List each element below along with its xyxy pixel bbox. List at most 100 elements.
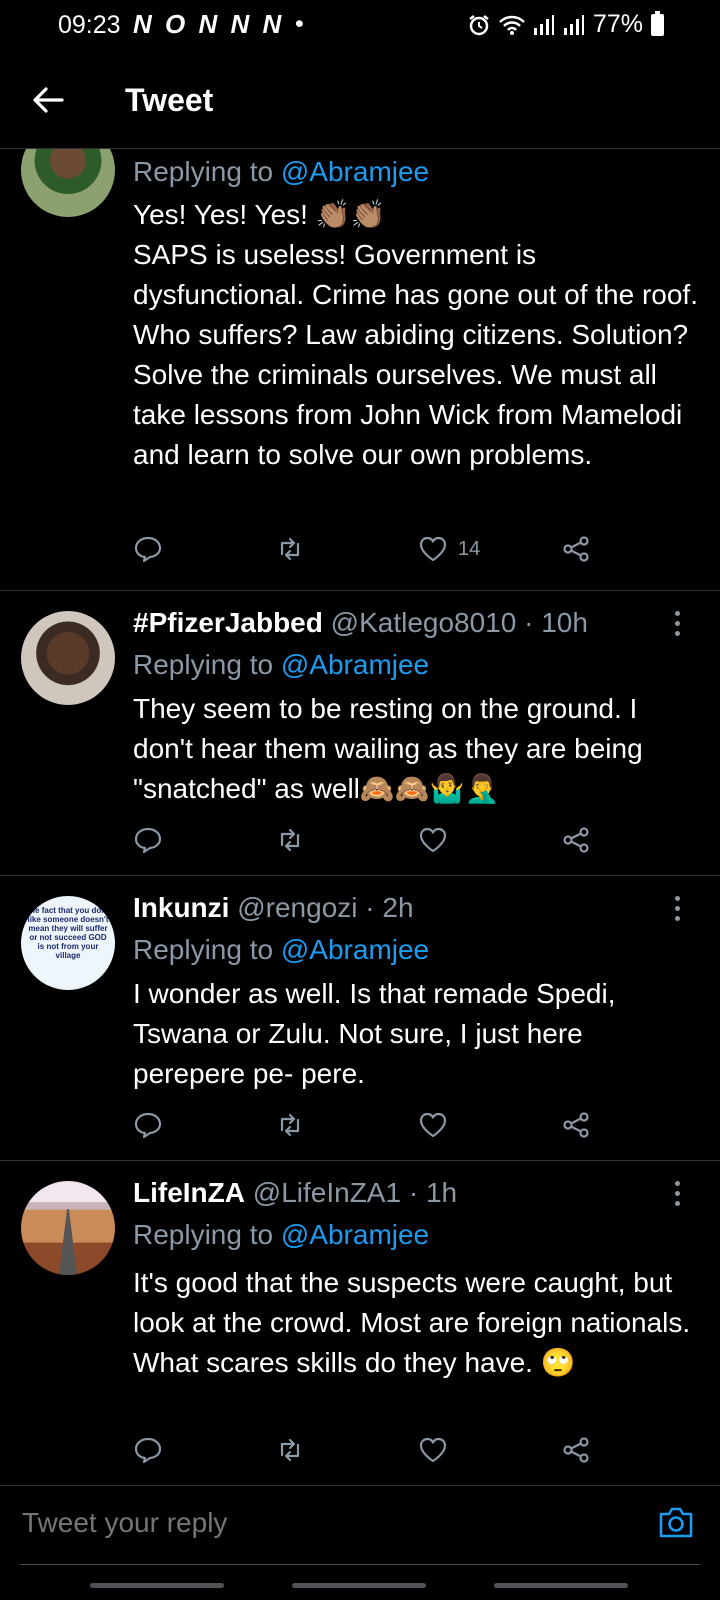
share-button[interactable]	[561, 1109, 591, 1141]
like-button[interactable]	[418, 1109, 448, 1141]
tweet-2[interactable]: #PfizerJabbed @Katlego8010 · 10h Replyin…	[0, 591, 720, 876]
retweet-button[interactable]	[275, 533, 305, 565]
tweet-time: · 1h	[408, 1177, 458, 1208]
more-options-icon[interactable]	[674, 1181, 682, 1209]
signal-icon-2	[563, 14, 584, 35]
tweet-time: · 2h	[365, 892, 414, 923]
avatar[interactable]	[21, 611, 115, 705]
composer-underline	[20, 1564, 700, 1565]
heart-icon	[419, 536, 447, 562]
retweet-icon	[280, 828, 300, 852]
nav-home-button[interactable]	[292, 1583, 426, 1588]
reply-input[interactable]	[20, 1500, 624, 1546]
share-icon	[563, 1437, 589, 1463]
retweet-icon	[280, 1438, 300, 1462]
reply-button[interactable]	[133, 533, 163, 565]
heart-icon	[419, 1437, 447, 1463]
camera-icon[interactable]	[657, 1504, 695, 1540]
mention-link[interactable]: @Abramjee	[281, 934, 429, 965]
retweet-button[interactable]	[275, 824, 305, 856]
tweet-text-line-2: SAPS is useless! Government is dysfuncti…	[133, 239, 698, 470]
display-name[interactable]: #PfizerJabbed	[133, 607, 323, 638]
replying-to-label: Replying to	[133, 934, 281, 965]
tweet-time: · 10h	[524, 607, 588, 638]
system-nav-bar	[0, 1566, 720, 1600]
status-bar: 09:23 N O N N N • 77%	[0, 0, 720, 52]
retweet-icon	[280, 537, 300, 561]
more-options-icon[interactable]	[674, 896, 682, 924]
mention-link[interactable]: @Abramjee	[281, 1219, 429, 1250]
tweet-3[interactable]: The fact that you don't like someone doe…	[0, 876, 720, 1161]
tweet-text: It's good that the suspects were caught,…	[133, 1267, 691, 1378]
heart-icon	[419, 1112, 447, 1138]
avatar-text: The fact that you don't like someone doe…	[25, 906, 111, 960]
comment-icon	[134, 827, 162, 854]
tweet-header: Inkunzi @rengozi · 2h	[133, 892, 414, 924]
like-button[interactable]	[418, 1434, 448, 1466]
user-handle: @Katlego8010	[330, 607, 517, 638]
tweet-actions: 14	[133, 533, 613, 565]
signal-icon	[533, 14, 554, 35]
tweet-text-line-1: Yes! Yes! Yes! 👏🏽👏🏽	[133, 199, 386, 230]
reply-feed: Replying to @Abramjee Yes! Yes! Yes! 👏🏽👏…	[0, 149, 720, 1485]
tweet-header: LifeInZA @LifeInZA1 · 1h	[133, 1177, 457, 1209]
share-icon	[563, 827, 589, 853]
arrow-left-icon[interactable]	[30, 82, 66, 118]
tweet-text: They seem to be resting on the ground. I…	[133, 693, 643, 804]
app-bar: Tweet	[0, 52, 720, 149]
retweet-button[interactable]	[275, 1434, 305, 1466]
avatar[interactable]	[21, 149, 115, 217]
share-button[interactable]	[561, 1434, 591, 1466]
comment-icon	[134, 536, 162, 563]
mention-link[interactable]: @Abramjee	[281, 649, 429, 680]
notification-dot: •	[295, 10, 304, 38]
page-title: Tweet	[125, 82, 214, 118]
tweet-actions	[133, 1109, 613, 1141]
alarm-icon	[469, 14, 489, 35]
like-button[interactable]	[418, 824, 448, 856]
nav-recent-button[interactable]	[90, 1583, 224, 1588]
battery-percent: 77%	[592, 10, 643, 38]
replying-to-label: Replying to	[133, 649, 281, 680]
reply-button[interactable]	[133, 1109, 163, 1141]
reply-composer	[0, 1485, 720, 1566]
replying-to-label: Replying to	[133, 156, 281, 187]
tweet-text: Yes! Yes! Yes! 👏🏽👏🏽 SAPS is useless! Gov…	[133, 195, 699, 475]
battery-icon	[651, 10, 664, 36]
replying-to: Replying to @Abramjee	[133, 1219, 429, 1251]
avatar[interactable]: The fact that you don't like someone doe…	[21, 896, 115, 990]
status-right: 77%	[467, 10, 664, 39]
mention-link[interactable]: @Abramjee	[281, 156, 429, 187]
tweet-4[interactable]: LifeInZA @LifeInZA1 · 1h Replying to @Ab…	[0, 1161, 720, 1485]
share-button[interactable]	[561, 533, 591, 565]
status-time: 09:23	[58, 11, 121, 39]
replying-to-label: Replying to	[133, 1219, 281, 1250]
display-name[interactable]: Inkunzi	[133, 892, 229, 923]
tweet-text: I wonder as well. Is that remade Spedi, …	[133, 978, 616, 1089]
reply-button[interactable]	[133, 824, 163, 856]
avatar[interactable]	[21, 1181, 115, 1275]
share-icon	[563, 1112, 589, 1138]
share-button[interactable]	[561, 824, 591, 856]
user-handle: @rengozi	[237, 892, 358, 923]
replying-to: Replying to @Abramjee	[133, 156, 429, 188]
retweet-icon	[280, 1113, 300, 1137]
reply-button[interactable]	[133, 1434, 163, 1466]
wifi-icon	[499, 15, 525, 35]
notification-icons: N O N N N	[133, 9, 285, 39]
like-count: 14	[458, 537, 481, 560]
nav-back-button[interactable]	[494, 1583, 628, 1588]
tweet-actions	[133, 824, 613, 856]
retweet-button[interactable]	[275, 1109, 305, 1141]
display-name[interactable]: LifeInZA	[133, 1177, 245, 1208]
tweet-1[interactable]: Replying to @Abramjee Yes! Yes! Yes! 👏🏽👏…	[0, 149, 720, 591]
tweet-header: #PfizerJabbed @Katlego8010 · 10h	[133, 607, 588, 639]
comment-icon	[134, 1437, 162, 1464]
more-options-icon[interactable]	[674, 611, 682, 639]
heart-icon	[419, 827, 447, 853]
tweet-actions	[133, 1434, 613, 1466]
user-handle: @LifeInZA1	[252, 1177, 402, 1208]
share-icon	[563, 536, 589, 562]
like-button[interactable]: 14	[418, 533, 480, 565]
replying-to: Replying to @Abramjee	[133, 649, 429, 681]
